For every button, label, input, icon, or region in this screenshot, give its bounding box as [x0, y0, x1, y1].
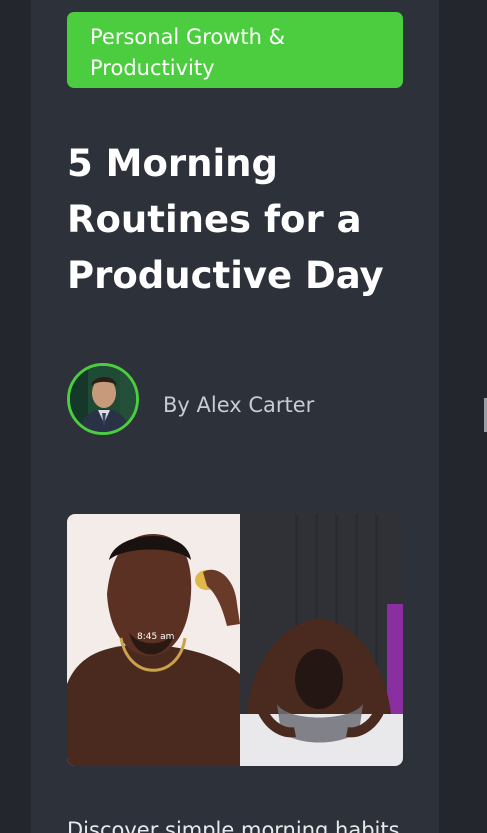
author-avatar-photo: [70, 366, 136, 432]
category-badge[interactable]: Personal Growth & Productivity: [67, 12, 403, 88]
article-card: Personal Growth & Productivity 5 Morning…: [31, 0, 439, 833]
author-row: By Alex Carter: [67, 363, 397, 435]
morning-routine-photo: 8:45 am: [67, 514, 403, 766]
article-hero-image: 8:45 am: [67, 514, 403, 766]
article-title: 5 Morning Routines for a Productive Day: [67, 142, 384, 297]
author-name[interactable]: By Alex Carter: [163, 391, 314, 419]
author-avatar[interactable]: [67, 363, 139, 435]
image-time-overlay: 8:45 am: [137, 632, 174, 642]
article-excerpt: Discover simple morning habits: [67, 818, 400, 833]
page: Personal Growth & Productivity 5 Morning…: [0, 0, 487, 833]
